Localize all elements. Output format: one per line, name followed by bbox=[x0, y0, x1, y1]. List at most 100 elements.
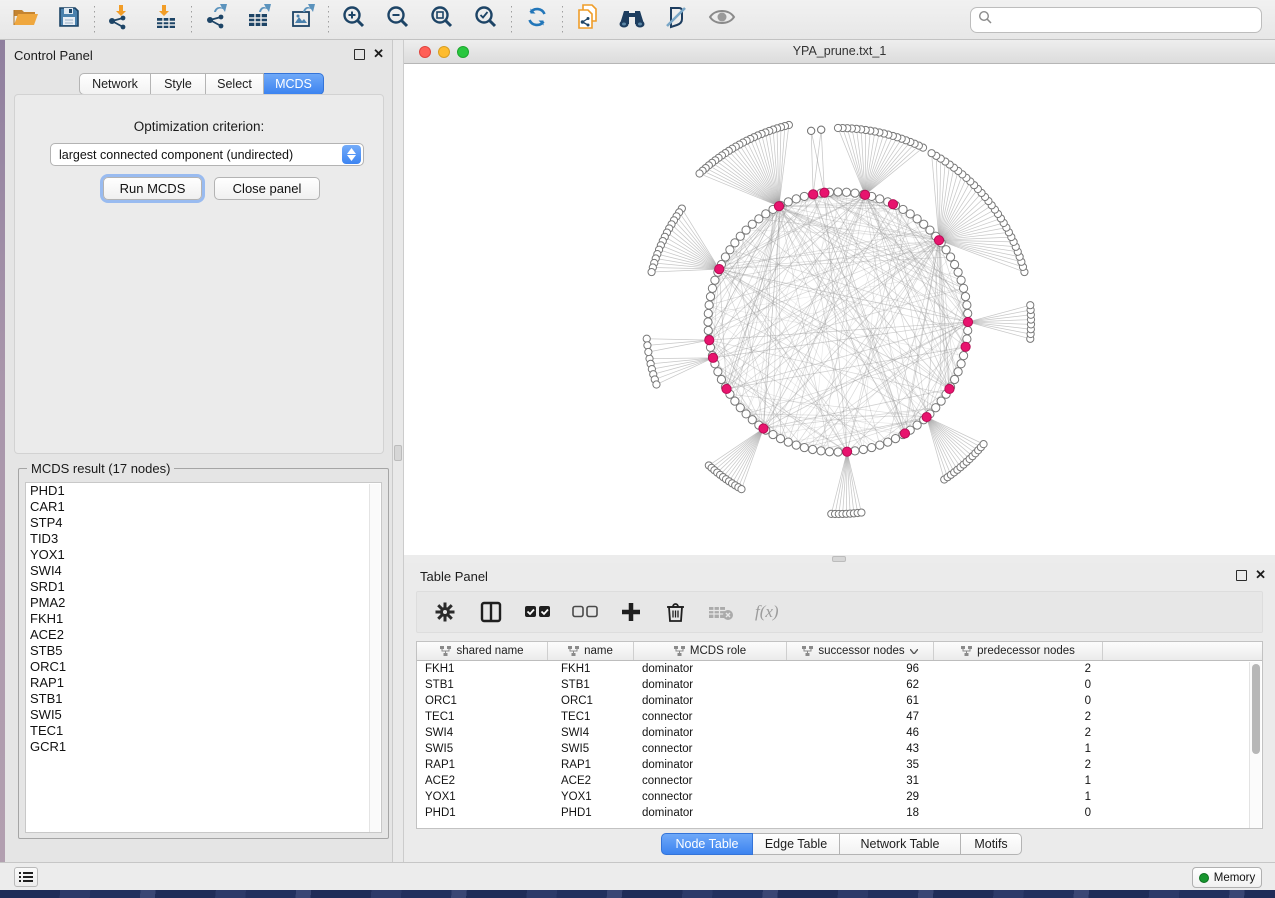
float-panel-icon[interactable] bbox=[354, 49, 365, 60]
export-table-button[interactable] bbox=[242, 4, 276, 36]
network-leaf-node[interactable] bbox=[645, 348, 652, 355]
table-cell[interactable]: SWI5 bbox=[548, 741, 634, 757]
splitter-handle[interactable] bbox=[832, 556, 846, 562]
network-leaf-node[interactable] bbox=[808, 127, 815, 134]
vertical-splitter[interactable] bbox=[393, 40, 404, 862]
horizontal-splitter[interactable] bbox=[404, 555, 1275, 563]
table-cell[interactable]: 1 bbox=[934, 789, 1103, 805]
table-cell[interactable]: 1 bbox=[934, 773, 1103, 789]
table-cell[interactable]: 1 bbox=[934, 741, 1103, 757]
import-network-button[interactable] bbox=[103, 4, 137, 36]
network-node[interactable] bbox=[946, 253, 954, 261]
network-hub-node[interactable] bbox=[900, 429, 909, 438]
network-node[interactable] bbox=[704, 326, 712, 334]
table-row[interactable]: ORC1ORC1dominator610 bbox=[417, 693, 1262, 709]
float-panel-icon[interactable] bbox=[1236, 570, 1247, 581]
table-cell[interactable]: PHD1 bbox=[548, 805, 634, 821]
table-cell[interactable]: 0 bbox=[934, 693, 1103, 709]
close-panel-button[interactable]: Close panel bbox=[214, 177, 320, 200]
scrollbar-thumb[interactable] bbox=[1252, 664, 1260, 754]
network-leaf-node[interactable] bbox=[648, 268, 655, 275]
network-node[interactable] bbox=[957, 360, 965, 368]
network-node[interactable] bbox=[899, 205, 907, 213]
network-node[interactable] bbox=[706, 293, 714, 301]
run-mcds-button[interactable]: Run MCDS bbox=[103, 177, 202, 200]
network-node[interactable] bbox=[963, 335, 971, 343]
table-cell[interactable]: SWI4 bbox=[548, 725, 634, 741]
network-hub-node[interactable] bbox=[774, 202, 783, 211]
table-cell[interactable]: 35 bbox=[787, 757, 934, 773]
table-cell[interactable]: SWI4 bbox=[417, 725, 548, 741]
table-cell[interactable]: dominator bbox=[634, 661, 787, 677]
network-node[interactable] bbox=[957, 276, 965, 284]
table-cell[interactable]: STB1 bbox=[548, 677, 634, 693]
export-image-button[interactable] bbox=[286, 4, 320, 36]
network-node[interactable] bbox=[906, 210, 914, 218]
tab-edge-table[interactable]: Edge Table bbox=[753, 833, 840, 855]
network-node[interactable] bbox=[704, 309, 712, 317]
network-leaf-node[interactable] bbox=[696, 170, 703, 177]
export-network-button[interactable] bbox=[200, 4, 234, 36]
zoom-in-button[interactable] bbox=[337, 4, 371, 36]
tab-network-table[interactable]: Network Table bbox=[840, 833, 961, 855]
network-node[interactable] bbox=[876, 441, 884, 449]
network-node[interactable] bbox=[708, 284, 716, 292]
table-cell[interactable]: 61 bbox=[787, 693, 934, 709]
column-header-mcds-role[interactable]: MCDS role bbox=[634, 642, 787, 660]
network-node[interactable] bbox=[963, 301, 971, 309]
mcds-result-item[interactable]: ORC1 bbox=[26, 659, 381, 675]
network-node[interactable] bbox=[769, 430, 777, 438]
network-leaf-node[interactable] bbox=[653, 381, 660, 388]
new-network-from-file-button[interactable] bbox=[571, 4, 605, 36]
table-cell[interactable]: 31 bbox=[787, 773, 934, 789]
table-cell[interactable]: connector bbox=[634, 741, 787, 757]
toggle-graphics-details-button[interactable] bbox=[659, 4, 693, 36]
global-search-field[interactable] bbox=[970, 7, 1262, 33]
network-node[interactable] bbox=[961, 293, 969, 301]
network-leaf-node[interactable] bbox=[644, 342, 651, 349]
search-input[interactable] bbox=[998, 13, 1261, 27]
network-node[interactable] bbox=[711, 276, 719, 284]
network-node[interactable] bbox=[792, 195, 800, 203]
save-session-button[interactable] bbox=[52, 4, 86, 36]
table-cell[interactable]: STB1 bbox=[417, 677, 548, 693]
network-hub-node[interactable] bbox=[809, 190, 818, 199]
tab-mcds[interactable]: MCDS bbox=[264, 73, 324, 95]
splitter-handle[interactable] bbox=[394, 445, 402, 461]
table-cell[interactable]: ACE2 bbox=[548, 773, 634, 789]
mcds-result-item[interactable]: SWI5 bbox=[26, 707, 381, 723]
network-node[interactable] bbox=[809, 445, 817, 453]
mcds-result-item[interactable]: STP4 bbox=[26, 515, 381, 531]
network-hub-node[interactable] bbox=[888, 200, 897, 209]
table-cell[interactable]: 18 bbox=[787, 805, 934, 821]
network-node[interactable] bbox=[868, 443, 876, 451]
table-cell[interactable]: dominator bbox=[634, 677, 787, 693]
mcds-result-item[interactable]: RAP1 bbox=[26, 675, 381, 691]
table-cell[interactable]: SWI5 bbox=[417, 741, 548, 757]
table-row[interactable]: SWI5SWI5connector431 bbox=[417, 741, 1262, 757]
network-hub-node[interactable] bbox=[945, 384, 954, 393]
network-node[interactable] bbox=[717, 375, 725, 383]
column-header-successor-nodes[interactable]: successor nodes bbox=[787, 642, 934, 660]
table-cell[interactable]: YOX1 bbox=[417, 789, 548, 805]
table-cell[interactable]: 43 bbox=[787, 741, 934, 757]
show-hide-button[interactable] bbox=[705, 4, 739, 36]
task-history-button[interactable] bbox=[14, 867, 38, 887]
network-hub-node[interactable] bbox=[963, 317, 972, 326]
table-scrollbar[interactable] bbox=[1249, 662, 1261, 828]
zoom-fit-button[interactable] bbox=[425, 4, 459, 36]
import-table-button[interactable] bbox=[149, 4, 183, 36]
network-node[interactable] bbox=[704, 318, 712, 326]
memory-button[interactable]: Memory bbox=[1192, 867, 1262, 888]
network-node[interactable] bbox=[792, 441, 800, 449]
network-leaf-node[interactable] bbox=[643, 335, 650, 342]
table-row[interactable]: PHD1PHD1dominator180 bbox=[417, 805, 1262, 821]
network-hub-node[interactable] bbox=[708, 353, 717, 362]
network-hub-node[interactable] bbox=[842, 447, 851, 456]
network-leaf-node[interactable] bbox=[834, 124, 841, 131]
table-cell[interactable]: PHD1 bbox=[417, 805, 548, 821]
table-settings-button[interactable] bbox=[435, 602, 455, 622]
network-node[interactable] bbox=[800, 443, 808, 451]
network-node[interactable] bbox=[954, 268, 962, 276]
network-hub-node[interactable] bbox=[961, 342, 970, 351]
